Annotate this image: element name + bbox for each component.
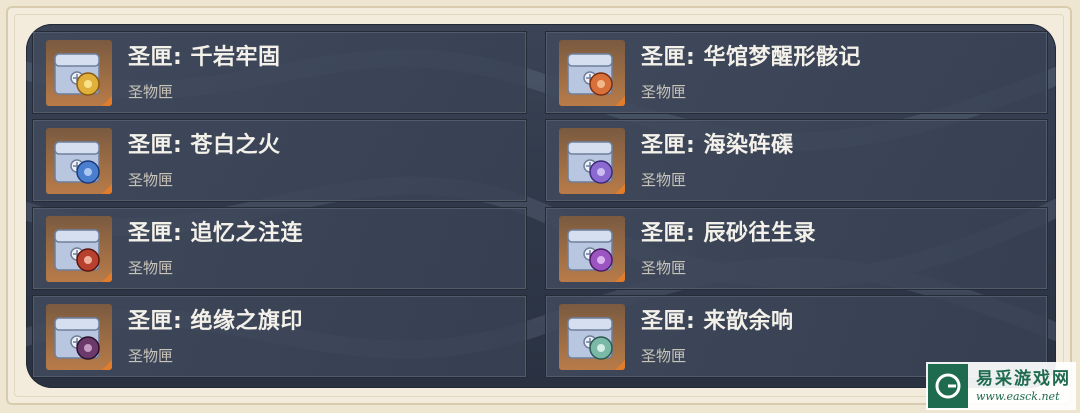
item-title: 圣匣: 海染砗磲 [641, 132, 794, 158]
site-logo-icon [928, 364, 968, 408]
item-card[interactable]: 圣匣: 追忆之注连 圣物匣 [33, 208, 526, 289]
item-category: 圣物匣 [128, 82, 174, 101]
orange-flower-icon [589, 71, 613, 96]
item-card[interactable]: 圣匣: 千岩牢固 圣物匣 [33, 32, 526, 113]
item-category: 圣物匣 [128, 170, 174, 189]
item-icon-frame [559, 303, 625, 370]
item-category: 圣物匣 [128, 346, 174, 365]
site-watermark: 易采游戏网 www.easck.net [926, 362, 1076, 410]
item-card[interactable]: 圣匣: 辰砂往生录 圣物匣 [546, 208, 1047, 289]
item-category: 圣物匣 [641, 82, 687, 101]
watermark-url: www.easck.net [976, 390, 1060, 403]
item-card[interactable]: 圣匣: 苍白之火 圣物匣 [33, 120, 526, 201]
item-card[interactable]: 圣匣: 海染砗磲 圣物匣 [546, 120, 1047, 201]
artifact-box-grid: 圣匣: 千岩牢固 圣物匣 圣匣: 华馆梦醒形骸记 圣物匣 圣匣: 苍白之火 圣物… [33, 32, 1051, 384]
item-title: 圣匣: 华馆梦醒形骸记 [641, 44, 861, 70]
item-icon-frame [559, 215, 625, 282]
item-card[interactable]: 圣匣: 绝缘之旗印 圣物匣 [33, 296, 526, 377]
blue-flower-icon [76, 159, 100, 184]
item-title: 圣匣: 追忆之注连 [128, 220, 303, 246]
dark-purple-flower-icon [76, 335, 100, 360]
item-icon-frame [46, 39, 112, 106]
item-title: 圣匣: 来歆余响 [641, 308, 794, 334]
purple-flower-icon [589, 247, 613, 272]
amber-flower-icon [76, 71, 100, 96]
item-category: 圣物匣 [641, 346, 687, 365]
item-icon-frame [46, 303, 112, 370]
item-icon-frame [46, 215, 112, 282]
item-icon-frame [559, 39, 625, 106]
artifact-box-panel: 圣匣: 千岩牢固 圣物匣 圣匣: 华馆梦醒形骸记 圣物匣 圣匣: 苍白之火 圣物… [26, 24, 1056, 388]
watermark-name: 易采游戏网 [976, 369, 1071, 389]
item-title: 圣匣: 千岩牢固 [128, 44, 281, 70]
item-category: 圣物匣 [641, 170, 687, 189]
item-category: 圣物匣 [641, 258, 687, 277]
item-title: 圣匣: 辰砂往生录 [641, 220, 816, 246]
violet-flower-icon [589, 159, 613, 184]
teal-flower-icon [589, 335, 613, 360]
item-card[interactable]: 圣匣: 华馆梦醒形骸记 圣物匣 [546, 32, 1047, 113]
item-category: 圣物匣 [128, 258, 174, 277]
red-flower-icon [76, 247, 100, 272]
item-title: 圣匣: 苍白之火 [128, 132, 281, 158]
item-icon-frame [46, 127, 112, 194]
item-title: 圣匣: 绝缘之旗印 [128, 308, 303, 334]
item-icon-frame [559, 127, 625, 194]
